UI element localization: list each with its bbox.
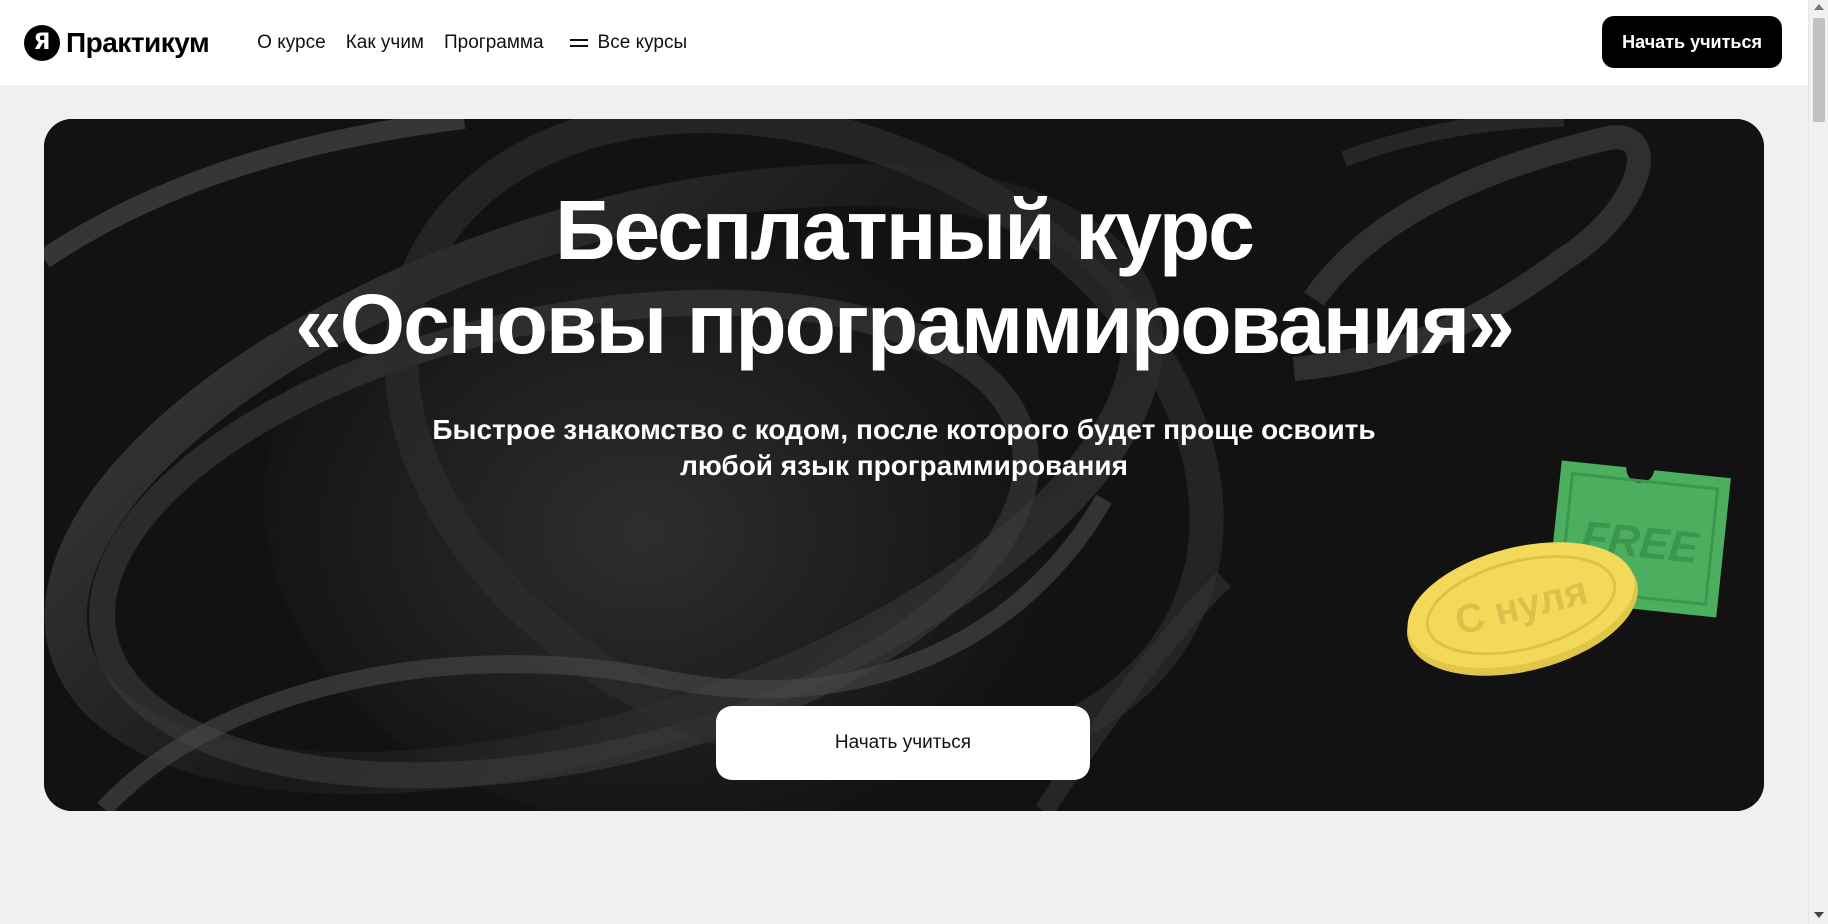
all-courses-button[interactable]: Все курсы	[569, 31, 688, 54]
page-scrollbar[interactable]	[1808, 0, 1828, 924]
site-header: Я Практикум О курсе Как учим Программа В…	[0, 0, 1808, 85]
menu-icon	[569, 37, 588, 49]
hero-subtitle-line-1: Быстрое знакомство с кодом, после которо…	[432, 414, 1376, 445]
hero-title-line-1: Бесплатный курс	[555, 183, 1255, 277]
scrollbar-thumb[interactable]	[1813, 18, 1825, 122]
nav-link-how-we-teach[interactable]: Как учим	[346, 32, 424, 54]
hero-title-line-2: «Основы программирования»	[295, 277, 1515, 371]
all-courses-label: Все курсы	[597, 31, 688, 53]
free-badges-illustration: FREE С нуля	[1407, 460, 1731, 676]
hero-subtitle-line-2: любой язык программирования	[680, 450, 1128, 481]
yandex-logo-icon: Я	[24, 24, 60, 61]
start-learning-hero-button[interactable]: Начать учиться	[716, 706, 1090, 780]
hero-title: Бесплатный курс «Основы программирования…	[44, 183, 1764, 371]
nav-link-program[interactable]: Программа	[444, 32, 544, 54]
hero-banner: Бесплатный курс «Основы программирования…	[44, 119, 1764, 811]
start-learning-header-button[interactable]: Начать учиться	[1602, 16, 1782, 68]
hero-subtitle: Быстрое знакомство с кодом, после которо…	[404, 412, 1404, 484]
scroll-up-arrow-icon[interactable]	[1814, 4, 1824, 10]
logo[interactable]: Я Практикум	[24, 24, 210, 61]
logo-text: Практикум	[66, 26, 210, 58]
nav-link-about[interactable]: О курсе	[257, 32, 326, 54]
main-nav: О курсе Как учим Программа Все курсы	[257, 32, 687, 54]
scroll-down-arrow-icon[interactable]	[1814, 912, 1824, 918]
